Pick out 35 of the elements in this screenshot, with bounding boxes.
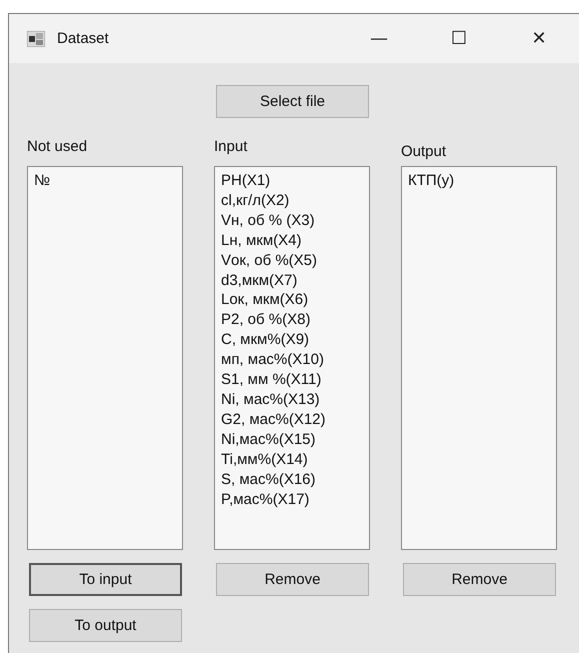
select-file-button[interactable]: Select file <box>216 85 369 118</box>
list-item[interactable]: Lок, мкм(X6) <box>221 290 363 310</box>
list-item[interactable]: № <box>34 171 176 191</box>
list-item[interactable]: Ni,мас%(X15) <box>221 430 363 450</box>
list-item[interactable]: Vок, об %(X5) <box>221 250 363 271</box>
close-button[interactable]: ✕ <box>499 18 579 58</box>
list-item[interactable]: Vн, об % (X3) <box>221 210 363 231</box>
list-item[interactable]: d3,мкм(X7) <box>221 270 363 290</box>
list-item[interactable]: G2, мас%(X12) <box>221 410 363 430</box>
column-label: Output <box>401 143 446 162</box>
list-item[interactable]: P2, об %(X8) <box>221 310 363 330</box>
list-item[interactable]: P,мас%(X17) <box>221 490 363 510</box>
move-button[interactable]: To input <box>29 563 182 596</box>
list-box[interactable]: КТП(у) <box>401 166 557 550</box>
window-app-icon <box>27 30 45 46</box>
list-item[interactable]: cl,кг/л(X2) <box>221 190 363 211</box>
window-title: Dataset <box>57 30 109 47</box>
remove-button[interactable]: Remove <box>216 563 369 596</box>
list-item[interactable]: Ni, мас%(X13) <box>221 390 363 410</box>
list-item[interactable]: C, мкм%(X9) <box>221 330 363 350</box>
list-item[interactable]: КТП(у) <box>408 171 550 191</box>
column-label: Not used <box>27 138 88 157</box>
maximize-button[interactable]: ☐ <box>419 18 499 58</box>
list-box[interactable] <box>214 166 370 550</box>
list-item[interactable]: Ti,мм%(X14) <box>221 450 363 470</box>
list-item[interactable]: мп, мас%(X10) <box>221 350 363 370</box>
column-label: Input <box>214 138 248 157</box>
list-item[interactable]: PH(X1) <box>221 171 363 191</box>
list-item[interactable]: Lн, мкм(X4) <box>221 230 363 251</box>
move-button[interactable]: To output <box>29 609 182 642</box>
list-item[interactable]: S, мас%(X16) <box>221 470 363 490</box>
minimize-button[interactable]: — <box>339 18 419 58</box>
list-item[interactable]: S1, мм %(X11) <box>221 370 363 390</box>
remove-button[interactable]: Remove <box>403 563 556 596</box>
list-box[interactable]: № <box>27 166 183 550</box>
